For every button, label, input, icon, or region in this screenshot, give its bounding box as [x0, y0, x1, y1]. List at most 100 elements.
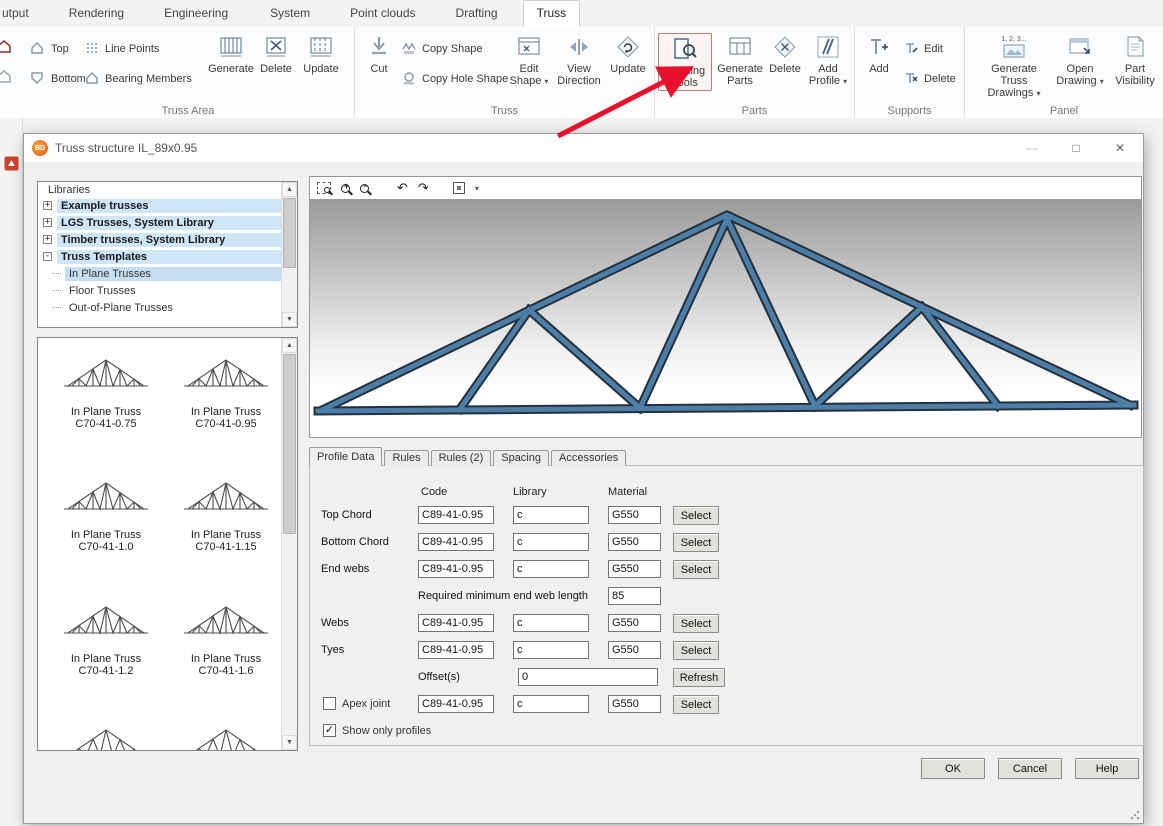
help-button[interactable]: Help	[1075, 758, 1139, 779]
ok-button[interactable]: OK	[921, 758, 985, 779]
close-button[interactable]: ✕	[1105, 137, 1135, 159]
resize-grip[interactable]	[1130, 810, 1140, 820]
tyes-select-button[interactable]: Select	[673, 641, 719, 660]
top-chord-code-input[interactable]	[418, 506, 494, 524]
ribbon-tab-point-clouds[interactable]: Point clouds	[337, 0, 428, 27]
zoom-in-icon[interactable]: +	[341, 184, 350, 193]
update-truss-button[interactable]: Update	[606, 33, 650, 75]
webs-select-button[interactable]: Select	[673, 614, 719, 633]
rotate-left-icon[interactable]: ↶	[397, 181, 408, 195]
tyes-code-input[interactable]	[418, 641, 494, 659]
webs-code-input[interactable]	[418, 614, 494, 632]
template-thumb-c70-41-0.75[interactable]: In Plane Truss C70-41-0.75	[48, 346, 164, 430]
apex-joint-checkbox[interactable]	[323, 697, 336, 710]
add-profile-button[interactable]: Add Profile ▾	[805, 33, 851, 88]
update-truss-area-button[interactable]: Update	[299, 33, 343, 75]
tyes-library-input[interactable]	[513, 641, 589, 659]
ribbon-tab-engineering[interactable]: Engineering	[151, 0, 241, 27]
apex-joint-select-button[interactable]: Select	[673, 695, 719, 714]
end-webs-code-input[interactable]	[418, 560, 494, 578]
template-thumb-c70-41-0.95[interactable]: In Plane Truss C70-41-0.95	[168, 346, 284, 430]
template-thumb-c70-41-1.2[interactable]: In Plane Truss C70-41-1.2	[48, 593, 164, 677]
zoom-window-icon[interactable]	[317, 182, 331, 194]
delete-support-button[interactable]: Delete	[903, 69, 956, 89]
part-visibility-button[interactable]: Part Visibility	[1111, 33, 1159, 87]
tab-accessories[interactable]: Accessories	[551, 450, 626, 466]
ribbon-tab-rendering[interactable]: Rendering	[56, 0, 137, 27]
framing-tools-button[interactable]: Framing Tools	[658, 33, 712, 91]
add-support-button[interactable]: Add	[861, 33, 897, 75]
app-icon[interactable]	[4, 156, 19, 176]
zoom-out-icon[interactable]: −	[360, 184, 369, 193]
tree-item-example-trusses[interactable]: + Example trusses	[38, 197, 297, 214]
webs-library-input[interactable]	[513, 614, 589, 632]
template-thumb-c70-41-1.6[interactable]: In Plane Truss C70-41-1.6	[168, 593, 284, 677]
scroll-up-icon[interactable]: ▲	[282, 182, 297, 197]
tree-item-lgs-trusses[interactable]: + LGS Trusses, System Library	[38, 214, 297, 231]
tree-scrollbar[interactable]: ▲ ▼	[281, 182, 297, 327]
apex-joint-material-input[interactable]	[608, 695, 661, 713]
expander-icon[interactable]: +	[43, 218, 52, 227]
template-thumb-partial[interactable]	[48, 716, 164, 751]
ribbon-tab-truss[interactable]: Truss	[523, 0, 581, 28]
top-chord-library-input[interactable]	[513, 506, 589, 524]
view-preset-icon[interactable]	[453, 182, 465, 194]
template-thumb-c70-41-1.15[interactable]: In Plane Truss C70-41-1.15	[168, 469, 284, 553]
refresh-button[interactable]: Refresh	[673, 668, 725, 687]
chevron-down-icon[interactable]: ▾	[475, 184, 479, 193]
expander-icon[interactable]: +	[43, 201, 52, 210]
apex-joint-library-input[interactable]	[513, 695, 589, 713]
bottom-button[interactable]: Bottom	[28, 69, 86, 89]
template-thumb-partial[interactable]	[168, 716, 284, 751]
tab-profile-data[interactable]: Profile Data	[309, 447, 382, 466]
ribbon-tab-drafting[interactable]: Drafting	[443, 0, 511, 27]
tree-item-truss-templates[interactable]: - Truss Templates	[38, 248, 297, 265]
line-points-button[interactable]: Line Points	[84, 39, 159, 59]
bottom-chord-library-input[interactable]	[513, 533, 589, 551]
tyes-material-input[interactable]	[608, 641, 661, 659]
show-only-profiles-checkbox[interactable]: ✓	[323, 724, 336, 737]
ribbon-tab-system[interactable]: System	[257, 0, 323, 27]
open-drawing-button[interactable]: Open Drawing ▾	[1053, 33, 1107, 88]
truss-3d-viewport[interactable]	[310, 199, 1141, 437]
tab-rules[interactable]: Rules	[384, 450, 428, 466]
delete-truss-area-button[interactable]: Delete	[256, 33, 296, 75]
generate-truss-drawings-button[interactable]: 1, 2, 3... Generate Truss Drawings ▾	[981, 33, 1047, 100]
maximize-button[interactable]: □	[1061, 137, 1091, 159]
bottom-chord-select-button[interactable]: Select	[673, 533, 719, 552]
view-direction-button[interactable]: View Direction	[554, 33, 604, 87]
tab-spacing[interactable]: Spacing	[493, 450, 549, 466]
tree-item-timber-trusses[interactable]: + Timber trusses, System Library	[38, 231, 297, 248]
end-webs-library-input[interactable]	[513, 560, 589, 578]
apex-joint-code-input[interactable]	[418, 695, 494, 713]
scroll-down-icon[interactable]: ▼	[282, 735, 297, 750]
bottom-chord-material-input[interactable]	[608, 533, 661, 551]
offset-input[interactable]	[518, 668, 658, 686]
end-webs-material-input[interactable]	[608, 560, 661, 578]
cut-button[interactable]: Cut	[361, 33, 397, 75]
top-chord-select-button[interactable]: Select	[673, 506, 719, 525]
dialog-title-bar[interactable]: BD Truss structure IL_89x0.95 — □ ✕	[24, 134, 1143, 162]
ribbon-tab-output[interactable]: utput	[0, 0, 42, 27]
generate-button[interactable]: Generate	[208, 33, 254, 75]
tree-item-out-of-plane-trusses[interactable]: Out-of-Plane Trusses	[38, 299, 297, 316]
template-thumb-c70-41-1.0[interactable]: In Plane Truss C70-41-1.0	[48, 469, 164, 553]
scrollbar-thumb[interactable]	[283, 198, 296, 268]
scroll-down-icon[interactable]: ▼	[282, 312, 297, 327]
delete-parts-button[interactable]: Delete	[766, 33, 804, 75]
bottom-chord-code-input[interactable]	[418, 533, 494, 551]
minimize-button[interactable]: —	[1017, 137, 1047, 159]
generate-parts-button[interactable]: Generate Parts	[716, 33, 764, 87]
copy-shape-button[interactable]: Copy Shape	[401, 39, 483, 59]
bearing-members-button[interactable]: Bearing Members	[84, 69, 192, 89]
min-end-web-length-input[interactable]	[608, 587, 661, 605]
scrollbar-thumb[interactable]	[283, 354, 296, 534]
webs-material-input[interactable]	[608, 614, 661, 632]
expander-icon[interactable]: -	[43, 252, 52, 261]
rotate-right-icon[interactable]: ↷	[418, 181, 429, 195]
copy-hole-shape-button[interactable]: Copy Hole Shape	[401, 69, 508, 89]
thumbnail-scrollbar[interactable]: ▲ ▼	[281, 338, 297, 750]
edit-shape-button[interactable]: Edit Shape ▾	[507, 33, 551, 88]
cancel-button[interactable]: Cancel	[998, 758, 1062, 779]
scroll-up-icon[interactable]: ▲	[282, 338, 297, 353]
